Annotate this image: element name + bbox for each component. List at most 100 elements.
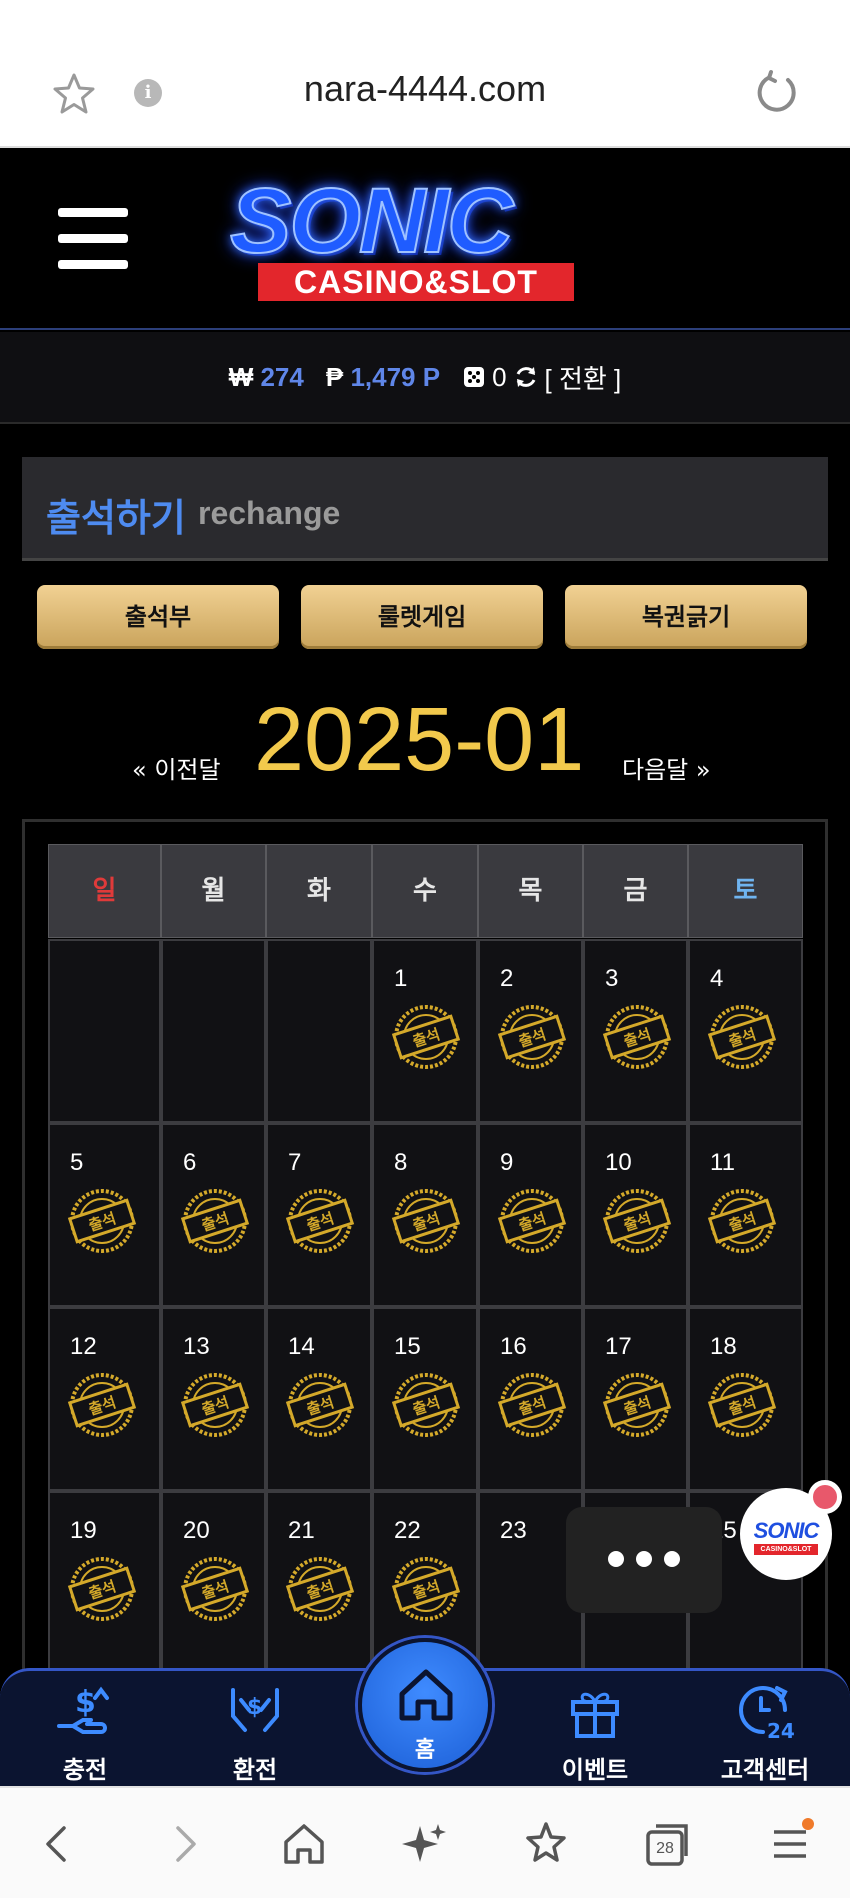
attendance-stamp-icon: 출석 xyxy=(602,1005,672,1069)
day-number: 6 xyxy=(183,1149,197,1176)
day-number: 8 xyxy=(394,1149,408,1176)
deposit-icon: $ xyxy=(57,1685,109,1734)
nav-deposit[interactable]: $ 충전 xyxy=(20,1672,150,1786)
day-number: 14 xyxy=(288,1333,315,1360)
nav-home[interactable]: 홈 xyxy=(358,1638,492,1772)
attendance-stamp-icon: 출석 xyxy=(391,1005,461,1069)
calendar-day-cell[interactable]: 9 출석 xyxy=(478,1123,583,1307)
point-icon: ₱ xyxy=(325,361,344,392)
calendar-day-cell[interactable]: 1 출석 xyxy=(372,939,478,1123)
attendance-stamp-icon: 출석 xyxy=(602,1189,672,1253)
day-number: 7 xyxy=(288,1149,302,1176)
calendar-day-cell[interactable]: 17 출석 xyxy=(583,1307,688,1491)
weekday-header: 목 xyxy=(478,844,583,938)
reload-icon[interactable] xyxy=(750,68,802,120)
attendance-stamp-icon: 출석 xyxy=(180,1557,250,1621)
day-number: 23 xyxy=(500,1517,527,1544)
gift-icon xyxy=(571,1692,619,1738)
logo-casino-slot-text: CASINO&SLOT xyxy=(258,263,574,301)
logo-sonic-text: SONIC xyxy=(229,170,514,272)
day-number: 21 xyxy=(288,1517,315,1544)
weekday-header: 화 xyxy=(266,844,372,938)
attendance-stamp-icon: 출석 xyxy=(391,1189,461,1253)
weekday-header: 토 xyxy=(688,844,803,938)
day-number: 11 xyxy=(710,1149,735,1176)
day-number: 20 xyxy=(183,1517,210,1544)
day-number: 4 xyxy=(710,965,724,992)
attendance-stamp-icon: 출석 xyxy=(67,1373,137,1437)
weekday-header: 금 xyxy=(583,844,688,938)
weekday-header: 월 xyxy=(161,844,266,938)
sparkle-icon[interactable] xyxy=(396,1816,452,1872)
calendar-day-cell[interactable]: 13 출석 xyxy=(161,1307,266,1491)
nav-support[interactable]: 24 고객센터 xyxy=(700,1672,830,1786)
attendance-stamp-icon: 출석 xyxy=(497,1189,567,1253)
calendar-day-cell xyxy=(266,939,372,1123)
nav-event[interactable]: 이벤트 xyxy=(530,1672,660,1786)
day-number: 3 xyxy=(605,965,619,992)
support-24-icon: 24 xyxy=(739,1686,795,1742)
menu-hamburger-icon[interactable] xyxy=(58,208,128,270)
calendar-day-cell[interactable]: 3 출석 xyxy=(583,939,688,1123)
day-number: 19 xyxy=(70,1517,97,1544)
browser-home-icon[interactable] xyxy=(276,1816,332,1872)
attendance-stamp-icon: 출석 xyxy=(602,1373,672,1437)
day-number: 18 xyxy=(710,1333,737,1360)
calendar-day-cell[interactable]: 4 출석 xyxy=(688,939,803,1123)
attendance-stamp-icon: 출석 xyxy=(391,1557,461,1621)
current-month: 2025-01 xyxy=(254,690,585,790)
calendar-day-cell[interactable]: 5 출석 xyxy=(48,1123,161,1307)
calendar-day-cell[interactable]: 7 출석 xyxy=(266,1123,372,1307)
page-title: 출석하기 xyxy=(46,496,186,540)
roulette-game-button[interactable]: 룰렛게임 xyxy=(301,585,543,649)
calendar-day-cell[interactable]: 18 출석 xyxy=(688,1307,803,1491)
svg-text:$: $ xyxy=(247,1695,262,1720)
day-number: 10 xyxy=(605,1149,632,1176)
calendar-day-cell[interactable]: 15 출석 xyxy=(372,1307,478,1491)
svg-text:24: 24 xyxy=(767,1719,795,1742)
attendance-book-button[interactable]: 출석부 xyxy=(37,585,279,649)
attendance-stamp-icon: 출석 xyxy=(707,1373,777,1437)
day-number: 16 xyxy=(500,1333,527,1360)
browser-toolbar: 28 xyxy=(0,1786,850,1898)
browser-address-bar: i nara-4444.com xyxy=(0,0,850,148)
day-number: 12 xyxy=(70,1333,97,1360)
prev-month-link[interactable]: « 이전달 xyxy=(132,750,221,785)
next-month-link[interactable]: 다음달 » xyxy=(622,750,711,785)
attendance-stamp-icon: 출석 xyxy=(707,1189,777,1253)
calendar-day-cell xyxy=(161,939,266,1123)
svg-text:$: $ xyxy=(75,1685,96,1720)
site-logo[interactable]: SONIC CASINO&SLOT xyxy=(220,170,610,307)
chat-more-button[interactable] xyxy=(566,1507,722,1613)
attendance-stamp-icon: 출석 xyxy=(707,1005,777,1069)
back-icon[interactable] xyxy=(30,1816,86,1872)
calendar-day-cell[interactable]: 14 출석 xyxy=(266,1307,372,1491)
calendar-day-cell[interactable]: 12 출석 xyxy=(48,1307,161,1491)
refresh-icon[interactable] xyxy=(513,364,539,390)
tab-count: 28 xyxy=(656,1840,674,1857)
calendar-day-cell[interactable]: 8 출석 xyxy=(372,1123,478,1307)
attendance-stamp-icon: 출석 xyxy=(285,1189,355,1253)
url-text[interactable]: nara-4444.com xyxy=(0,68,850,110)
day-number: 22 xyxy=(394,1517,421,1544)
nav-withdraw[interactable]: $ 환전 xyxy=(190,1672,320,1786)
day-number: 17 xyxy=(605,1333,632,1360)
calendar-day-cell[interactable]: 11 출석 xyxy=(688,1123,803,1307)
calendar-day-cell[interactable]: 6 출석 xyxy=(161,1123,266,1307)
won-icon: ₩ xyxy=(228,361,254,392)
forward-icon[interactable] xyxy=(156,1816,212,1872)
notification-badge[interactable] xyxy=(808,1480,842,1514)
attendance-stamp-icon: 출석 xyxy=(391,1373,461,1437)
lottery-scratch-button[interactable]: 복권긁기 xyxy=(565,585,807,649)
calendar-day-cell xyxy=(48,939,161,1123)
convert-button[interactable]: [ 전환 ] xyxy=(545,359,622,396)
bookmarks-icon[interactable] xyxy=(518,1816,574,1872)
calendar-day-cell[interactable]: 2 출석 xyxy=(478,939,583,1123)
attendance-stamp-icon: 출석 xyxy=(497,1373,567,1437)
calendar-day-cell[interactable]: 10 출석 xyxy=(583,1123,688,1307)
menu-icon[interactable] xyxy=(762,1816,818,1872)
tabs-icon[interactable]: 28 xyxy=(640,1816,696,1872)
day-number: 13 xyxy=(183,1333,210,1360)
calendar-day-cell[interactable]: 16 출석 xyxy=(478,1307,583,1491)
point-balance: ₱ 1,479 P xyxy=(325,361,441,392)
